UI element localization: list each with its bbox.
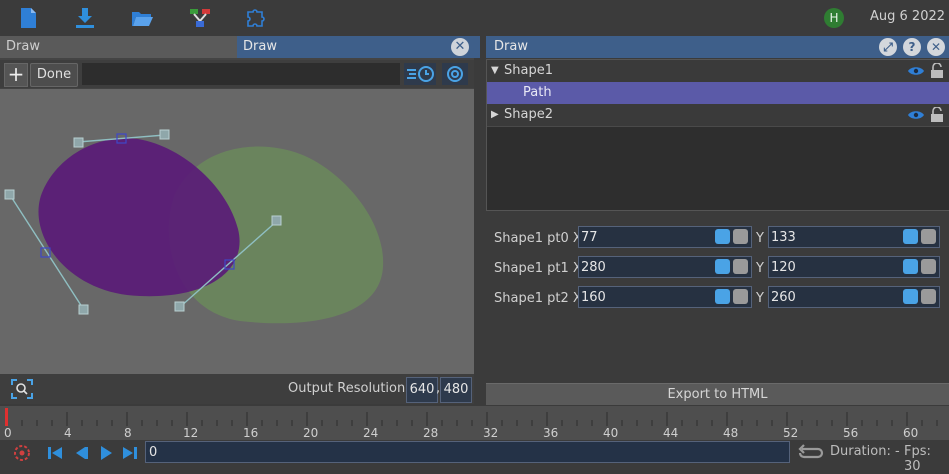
control-handle[interactable] bbox=[4, 189, 15, 200]
menu-icon[interactable] bbox=[921, 289, 936, 304]
tick-label: 44 bbox=[663, 426, 679, 440]
tick-label: 48 bbox=[723, 426, 739, 440]
control-handle[interactable] bbox=[78, 304, 89, 315]
keyframe-icon[interactable] bbox=[903, 289, 918, 304]
tick-label: 8 bbox=[124, 426, 132, 440]
open-folder-icon[interactable] bbox=[130, 6, 154, 30]
timeline-ticks bbox=[5, 408, 938, 426]
control-handle[interactable] bbox=[159, 129, 170, 140]
tick-label: 28 bbox=[423, 426, 439, 440]
new-file-icon[interactable] bbox=[16, 6, 40, 30]
tree-item-label: Shape1 bbox=[504, 63, 553, 78]
y-label: Y bbox=[756, 261, 764, 276]
export-html-button[interactable]: Export to HTML bbox=[486, 383, 949, 405]
step-back-icon[interactable] bbox=[72, 444, 90, 462]
tree-item-label: Path bbox=[523, 85, 552, 100]
close-tab-icon[interactable]: ✕ bbox=[451, 38, 469, 56]
resolution-height-input[interactable]: 480 bbox=[440, 377, 472, 403]
keyframe-icon[interactable] bbox=[715, 289, 730, 304]
play-icon[interactable] bbox=[97, 444, 115, 462]
canvas-status-bar: Output Resolution: 640 , 480 bbox=[0, 374, 474, 404]
tree-item-shape2[interactable]: ▶ Shape2 bbox=[487, 104, 949, 127]
tick-label: 52 bbox=[783, 426, 799, 440]
shape-tree: ▼ Shape1 Path ▶ Shape2 bbox=[486, 59, 949, 211]
done-button[interactable]: Done bbox=[30, 63, 78, 87]
tick-label: 32 bbox=[483, 426, 499, 440]
tick-label: 12 bbox=[183, 426, 199, 440]
loop-icon[interactable] bbox=[796, 443, 826, 463]
help-icon[interactable]: ? bbox=[903, 38, 921, 56]
avatar[interactable]: H bbox=[824, 8, 844, 28]
current-frame-input[interactable]: 0 bbox=[145, 441, 790, 463]
toolbar-field bbox=[82, 63, 400, 85]
properties-panel: Shape1 pt0 X 77 Y 133 Shape1 pt1 X 280 Y… bbox=[486, 222, 949, 382]
draw-toolbar: + Done bbox=[0, 60, 474, 88]
drawing-canvas[interactable] bbox=[0, 89, 474, 374]
menu-icon[interactable] bbox=[921, 229, 936, 244]
resolution-width-input[interactable]: 640 bbox=[406, 377, 438, 403]
keyframe-icon[interactable] bbox=[903, 229, 918, 244]
prop-label: Shape1 pt1 X bbox=[494, 261, 582, 276]
tick-label: 20 bbox=[303, 426, 319, 440]
canvas-drawing[interactable] bbox=[0, 89, 474, 374]
tick-label: 56 bbox=[843, 426, 859, 440]
fit-view-icon[interactable] bbox=[10, 378, 34, 400]
tick-label: 40 bbox=[603, 426, 619, 440]
menu-icon[interactable] bbox=[733, 229, 748, 244]
tab-draw-inactive[interactable]: Draw bbox=[0, 36, 237, 58]
tick-label: 4 bbox=[64, 426, 72, 440]
target-icon[interactable] bbox=[442, 63, 468, 85]
panel-title: Draw bbox=[494, 39, 528, 54]
playback-controls: 0 Duration: - Fps: 30 bbox=[0, 440, 949, 474]
prop-label: Shape1 pt0 X bbox=[494, 231, 582, 246]
lock-icon[interactable] bbox=[929, 107, 945, 123]
tick-label: 16 bbox=[243, 426, 259, 440]
top-toolbar: H Aug 6 2022 bbox=[0, 0, 949, 36]
tick-label: 24 bbox=[363, 426, 379, 440]
lock-icon[interactable] bbox=[929, 63, 945, 79]
playhead[interactable] bbox=[5, 408, 8, 426]
tab-draw-active[interactable]: Draw bbox=[237, 36, 480, 58]
add-shape-button[interactable]: + bbox=[4, 63, 28, 87]
tick-label: 60 bbox=[903, 426, 919, 440]
y-label: Y bbox=[756, 291, 764, 306]
tree-item-label: Shape2 bbox=[504, 107, 553, 122]
date-display: Aug 6 2022 bbox=[870, 9, 946, 24]
visibility-eye-icon[interactable] bbox=[907, 110, 925, 120]
node-graph-icon[interactable] bbox=[188, 6, 212, 30]
visibility-eye-icon[interactable] bbox=[907, 66, 925, 76]
menu-icon[interactable] bbox=[733, 289, 748, 304]
skip-to-start-icon[interactable] bbox=[46, 444, 64, 462]
timeline-speed-icon[interactable] bbox=[404, 63, 436, 85]
duration-label: Duration: - bbox=[830, 444, 900, 459]
control-handle[interactable] bbox=[271, 215, 282, 226]
download-icon[interactable] bbox=[73, 6, 97, 30]
tab-bar: Draw Draw ✕ bbox=[0, 36, 480, 58]
keyframe-icon[interactable] bbox=[903, 259, 918, 274]
tick-label: 0 bbox=[4, 426, 12, 440]
prop-label: Shape1 pt2 X bbox=[494, 291, 582, 306]
draw-panel: Draw Draw ✕ + Done Output Resolution: 64… bbox=[0, 36, 480, 404]
keyframe-icon[interactable] bbox=[715, 259, 730, 274]
expand-arrow-icon[interactable]: ▼ bbox=[491, 60, 499, 82]
collapse-arrow-icon[interactable]: ▶ bbox=[491, 104, 499, 126]
control-handle[interactable] bbox=[73, 137, 84, 148]
keyframe-icon[interactable] bbox=[715, 229, 730, 244]
tree-item-shape1[interactable]: ▼ Shape1 bbox=[487, 60, 949, 83]
puzzle-icon[interactable] bbox=[244, 6, 268, 30]
tick-label: 36 bbox=[543, 426, 559, 440]
output-resolution-label: Output Resolution: bbox=[288, 381, 410, 396]
link-icon[interactable]: ⤢ bbox=[879, 38, 897, 56]
timeline-ruler[interactable]: 0 4 8 12 16 20 24 28 32 36 40 44 48 52 5… bbox=[0, 406, 949, 440]
skip-to-end-icon[interactable] bbox=[121, 444, 139, 462]
layers-panel-header: Draw ⤢ ? ✕ bbox=[486, 36, 949, 58]
control-handle[interactable] bbox=[174, 301, 185, 312]
y-label: Y bbox=[756, 231, 764, 246]
onion-skin-icon[interactable] bbox=[12, 443, 32, 463]
menu-icon[interactable] bbox=[733, 259, 748, 274]
menu-icon[interactable] bbox=[921, 259, 936, 274]
fps-label: Fps: 30 bbox=[904, 444, 931, 474]
tree-item-path[interactable]: Path bbox=[487, 82, 949, 104]
close-panel-icon[interactable]: ✕ bbox=[927, 38, 945, 56]
